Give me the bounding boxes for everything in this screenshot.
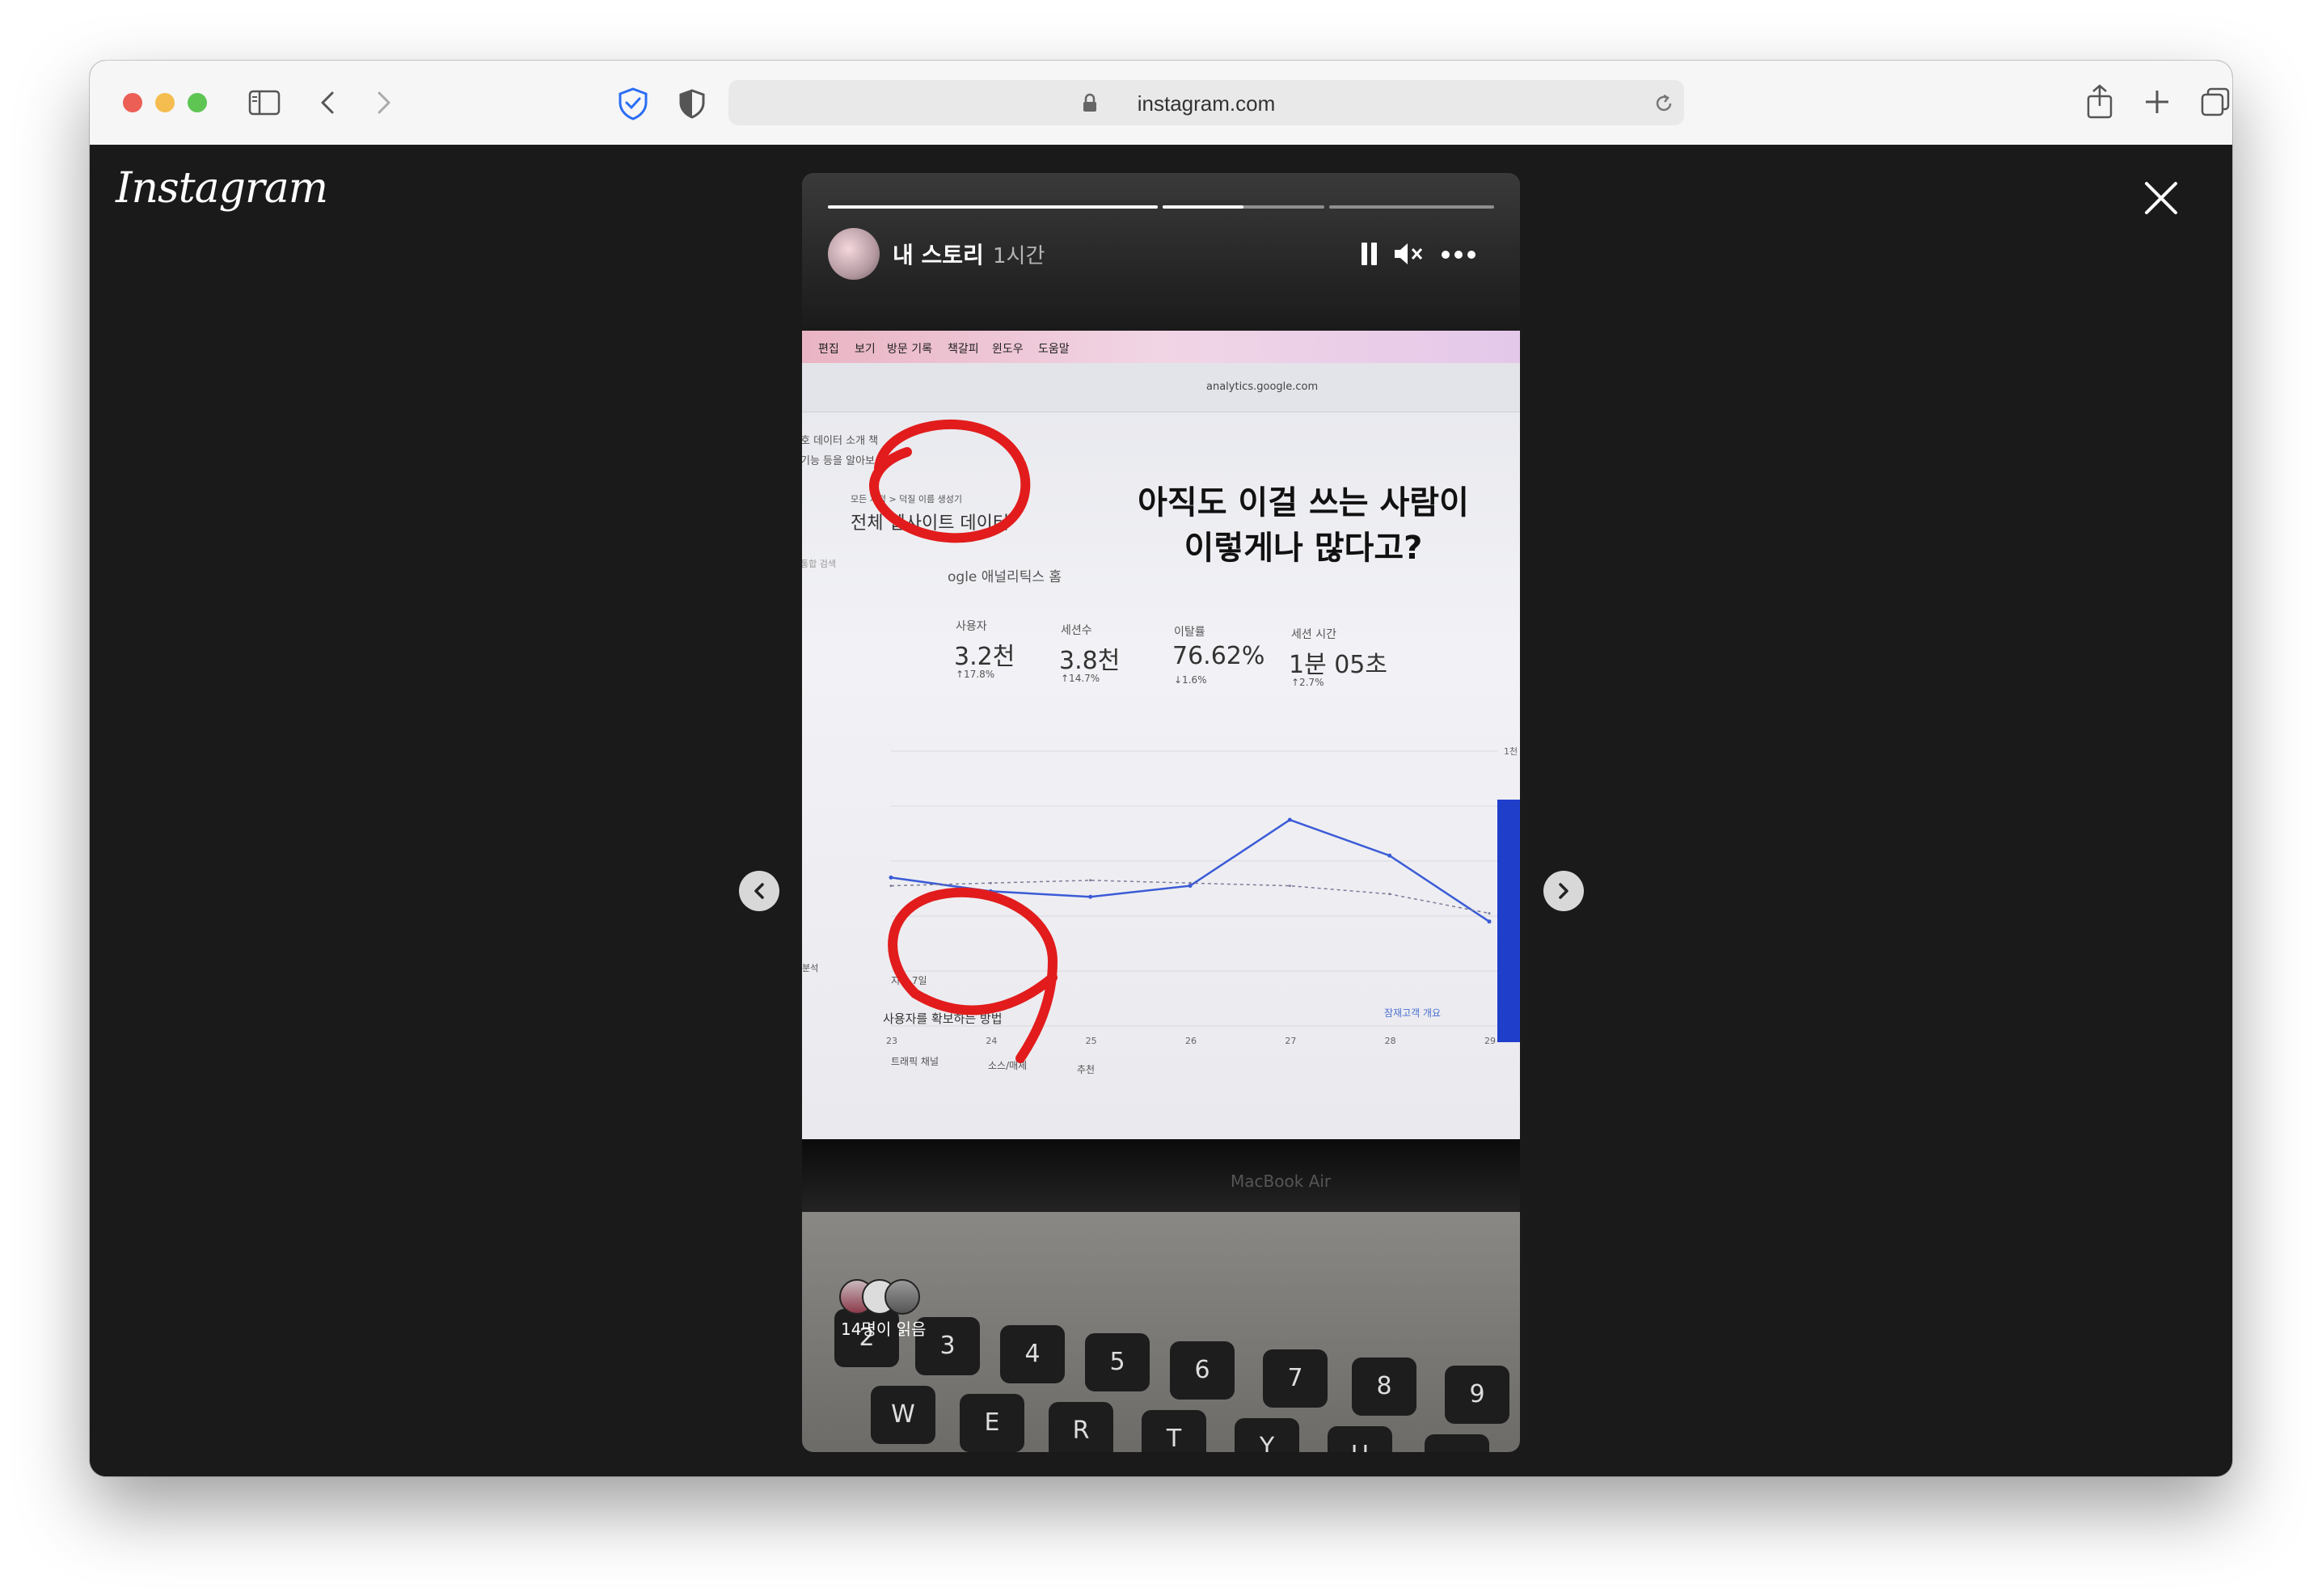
keyboard-key: 9 [1445,1366,1509,1424]
forward-icon[interactable] [374,90,394,116]
minimize-window-button[interactable] [155,93,175,112]
keyboard-key: 6 [1170,1341,1235,1400]
viewer-avatar [884,1279,920,1315]
keyboard-key: Y [1235,1418,1299,1452]
keyboard-key: T [1142,1410,1206,1452]
reload-icon[interactable] [1653,93,1674,114]
share-icon[interactable] [2085,83,2114,119]
keyboard-key: 5 [1085,1333,1150,1391]
browser-toolbar: instagram.com [90,61,2232,146]
instagram-page: Instagram 편집 보기 방문 기록 책갈피 윈도우 도움말 analyt… [90,145,2232,1476]
story-progress-segment [1329,205,1494,209]
story-header: 내 스토리 1시간 [802,173,1520,331]
next-story-button[interactable] [1543,871,1584,911]
story-avatar[interactable] [828,228,880,280]
url-text: instagram.com [1137,91,1276,116]
keyboard-key: 4 [1000,1325,1065,1383]
pause-icon[interactable] [1360,241,1379,267]
keyboard-key: W [871,1386,935,1444]
keyboard-key: R [1049,1402,1113,1452]
tab-overview-icon[interactable] [2200,87,2231,117]
story-timestamp: 1시간 [993,244,1045,268]
sidebar-icon[interactable] [248,90,281,116]
mute-icon[interactable] [1392,241,1425,267]
back-icon[interactable] [318,90,337,116]
red-circle-annotations [869,419,1058,1063]
previous-story-button[interactable] [739,871,779,911]
keyboard-key: U [1328,1426,1392,1452]
chevron-left-icon [754,883,764,899]
photo-laptop-screen: 편집 보기 방문 기록 책갈피 윈도우 도움말 analytics.google… [802,331,1520,1139]
more-options-icon[interactable] [1441,249,1476,260]
content-blocker-icon[interactable] [678,88,706,119]
viewers-count[interactable]: 14명이 읽음 [841,1316,926,1340]
keyboard-key: 7 [1263,1349,1328,1408]
keyboard-key: 8 [1352,1357,1416,1416]
address-bar[interactable]: instagram.com [728,80,1684,125]
new-tab-icon[interactable] [2143,88,2171,116]
story-progress-segment [828,205,1158,209]
story-viewer[interactable]: 편집 보기 방문 기록 책갈피 윈도우 도움말 analytics.google… [802,173,1520,1452]
close-icon[interactable] [2143,180,2179,216]
privacy-shield-icon[interactable] [617,87,649,120]
story-progress-segment [1163,205,1324,209]
story-username[interactable]: 내 스토리 [893,238,984,270]
photo-laptop-brand: MacBook Air [1231,1172,1332,1191]
keyboard-key: I [1425,1434,1489,1452]
browser-window: instagram.com Instagram 편집 보기 방문 기록 책갈피 … [90,61,2232,1476]
chevron-right-icon [1559,883,1568,899]
keyboard-key: E [960,1394,1024,1452]
instagram-logo[interactable]: Instagram [116,164,328,213]
close-window-button[interactable] [123,93,142,112]
zoom-window-button[interactable] [188,93,207,112]
